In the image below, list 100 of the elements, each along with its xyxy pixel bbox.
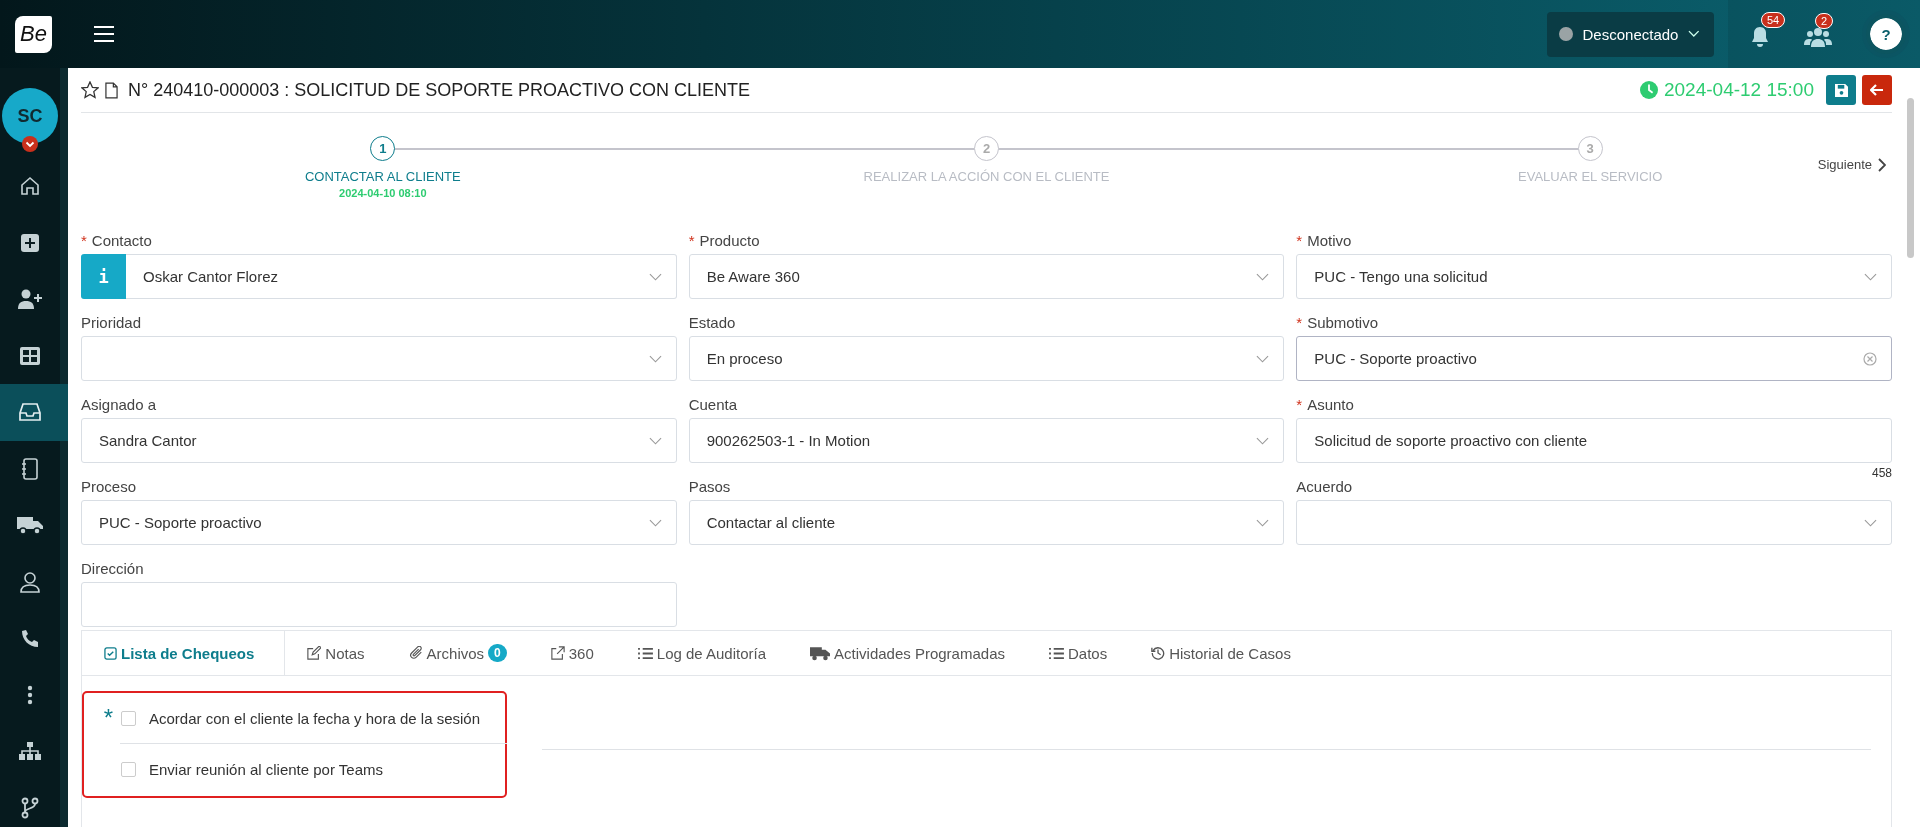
field-label: Asunto (1307, 396, 1354, 415)
more-icon (27, 684, 33, 705)
due-date: 2024-04-12 15:00 (1664, 79, 1814, 101)
add-icon (21, 233, 39, 252)
required-mark: * (1296, 396, 1303, 415)
chevron-down-icon (648, 354, 662, 363)
field-label: Cuenta (688, 396, 738, 415)
required-mark: * (1296, 314, 1303, 333)
sidebar-item[interactable] (0, 384, 68, 441)
status-dropdown[interactable]: Desconectado (1547, 11, 1714, 57)
checklist-item-label: Acordar con el cliente la fecha y hora de la sesión (149, 709, 481, 727)
select-field[interactable]: PUC - Soporte proactivo (1296, 336, 1892, 381)
chevron-down-icon (1256, 436, 1270, 445)
step-label: REALIZAR LA ACCIÓN CON EL CLIENTE (863, 169, 1110, 184)
users-icon[interactable] (1804, 27, 1832, 47)
list-icon (637, 646, 653, 660)
menu-icon[interactable] (94, 26, 114, 42)
field-label: Acuerdo (1296, 478, 1353, 497)
next-step-button[interactable]: Siguiente (1811, 156, 1892, 173)
list-icon (1049, 646, 1064, 660)
step-number[interactable]: 1 (370, 136, 396, 161)
select-field[interactable]: PUC - Soporte proactivo (81, 500, 677, 545)
select-field[interactable]: Contactar al cliente (688, 500, 1285, 545)
required-mark: * (688, 232, 695, 251)
tab[interactable]: Archivos 0 (386, 631, 529, 675)
field-label: Producto (699, 232, 760, 251)
clock-icon (1640, 81, 1658, 99)
user-avatar[interactable]: SC (2, 88, 58, 144)
required-mark: * (1296, 232, 1303, 251)
text-field[interactable]: Solicitud de soporte proactivo con cliente (1296, 418, 1892, 463)
contacts-count: 2 (1815, 13, 1834, 29)
checkbox-icon (104, 646, 117, 660)
step-label: EVALUAR EL SERVICIO (1518, 169, 1663, 184)
select-field[interactable]: Sandra Cantor (81, 418, 677, 463)
tab[interactable]: Datos (1027, 631, 1130, 675)
chevron-down-icon (1256, 272, 1270, 281)
select-field[interactable]: En proceso (688, 336, 1285, 381)
field-label: Proceso (81, 478, 137, 497)
help-button[interactable]: ? (1866, 14, 1906, 54)
branch-icon (21, 796, 39, 819)
checkbox[interactable] (121, 710, 136, 726)
tab[interactable]: 360 (528, 631, 616, 675)
chevron-down-icon (1688, 30, 1700, 38)
chevron-down-icon[interactable] (22, 136, 38, 152)
tab[interactable]: Notas (285, 631, 387, 675)
inbox-icon (19, 403, 41, 422)
character-counter: 458 (1871, 466, 1892, 480)
select-field[interactable]: 900262503-1 - In Motion (688, 418, 1285, 463)
tab[interactable]: Historial de Casos (1129, 631, 1313, 675)
app-logo[interactable]: Be (15, 15, 52, 53)
share-icon (550, 646, 565, 660)
chevron-down-icon (1864, 272, 1877, 281)
scrollbar-thumb[interactable] (1906, 98, 1914, 258)
text-field[interactable] (81, 582, 677, 627)
select-field[interactable] (1296, 500, 1892, 545)
bell-icon[interactable] (1750, 26, 1770, 48)
select-field[interactable]: Be Aware 360 (688, 254, 1285, 299)
select-field[interactable]: Oskar Cantor Florez (126, 254, 677, 299)
chevron-down-icon (648, 436, 662, 445)
star-icon[interactable] (81, 81, 99, 99)
step-date: 2024-04-10 08:10 (339, 187, 427, 199)
grid-icon (20, 346, 40, 365)
truck-icon (810, 645, 831, 661)
hierarchy-icon (19, 742, 41, 761)
field-label: Asignado a (81, 396, 157, 415)
notebook-icon (22, 457, 38, 480)
field-label: Submotivo (1307, 314, 1379, 333)
truck-icon (17, 515, 43, 536)
chevron-down-icon (648, 272, 662, 281)
add-user-icon (18, 289, 42, 310)
paperclip-icon (408, 646, 423, 660)
select-field[interactable]: PUC - Tengo una solicitud (1296, 254, 1892, 299)
checkbox[interactable] (121, 761, 136, 777)
arrow-left-icon (1870, 84, 1884, 96)
chevron-down-icon (648, 518, 662, 527)
chevron-down-icon (1864, 518, 1877, 527)
document-icon (105, 81, 118, 99)
tab[interactable]: Log de Auditoría (615, 631, 789, 675)
chevron-down-icon (1256, 354, 1270, 363)
case-title: N° 240410-000003 : SOLICITUD DE SOPORTE PROACTIVO CON CLIENTE (128, 79, 751, 101)
required-mark: * (102, 704, 114, 732)
field-label: Motivo (1307, 232, 1352, 251)
phone-icon (20, 628, 40, 649)
required-mark: * (81, 232, 87, 251)
person-icon (20, 570, 40, 593)
save-button[interactable] (1826, 75, 1856, 105)
field-label: Estado (688, 314, 736, 333)
step-label: CONTACTAR AL CLIENTE (304, 169, 461, 184)
file-count: 0 (488, 644, 507, 662)
field-label: Pasos (688, 478, 731, 497)
tab[interactable]: Actividades Programadas (788, 631, 1027, 675)
chevron-down-icon (1256, 518, 1270, 527)
home-icon (20, 176, 40, 197)
field-label: Dirección (81, 560, 144, 579)
history-icon (1151, 646, 1166, 660)
back-button[interactable] (1862, 75, 1892, 105)
checklist-item-label: Enviar reunión al cliente por Teams (149, 760, 384, 778)
chevron-right-icon (1878, 157, 1886, 172)
edit-icon (307, 646, 322, 660)
select-field[interactable] (81, 336, 677, 381)
